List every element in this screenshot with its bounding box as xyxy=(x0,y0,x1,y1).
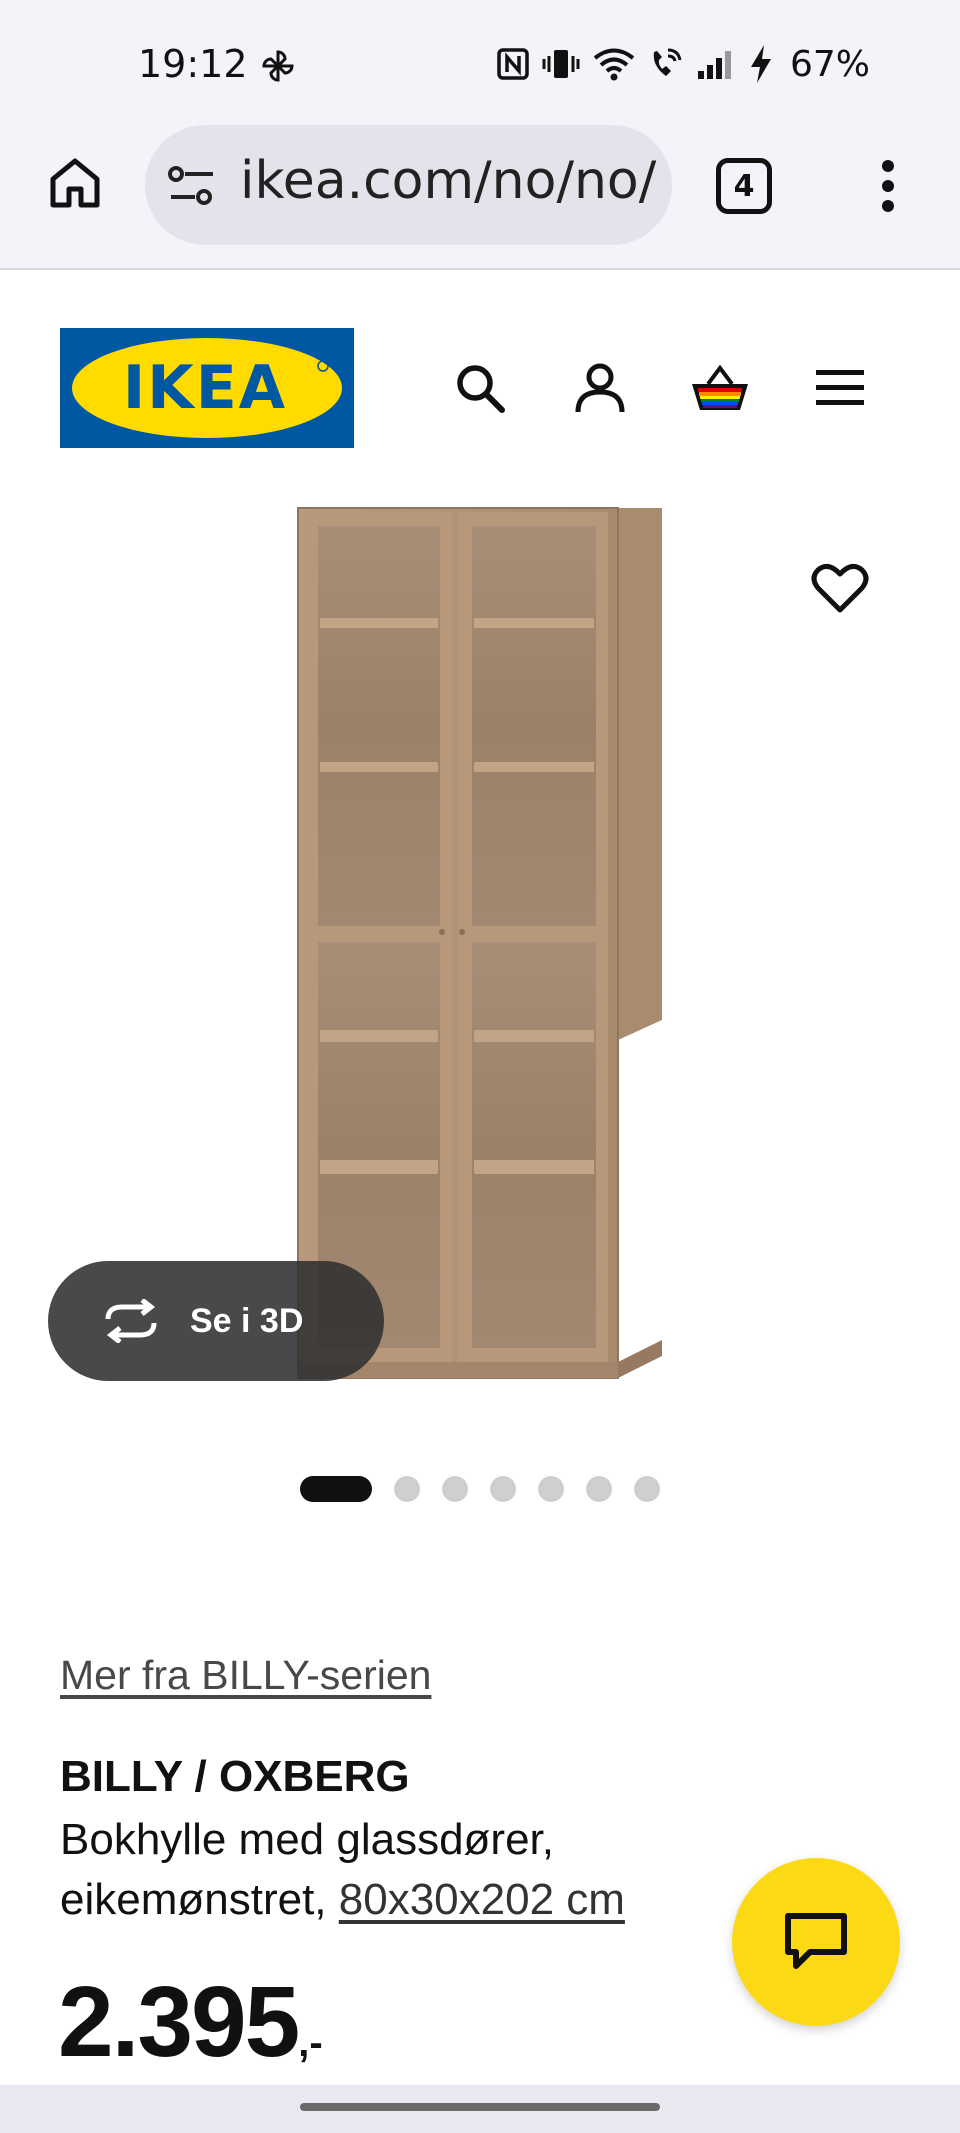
product-name: BILLY / OXBERG xyxy=(60,1752,410,1801)
see-3d-label: Se i 3D xyxy=(190,1301,304,1340)
pinwheel-icon xyxy=(262,50,294,82)
vibrate-icon xyxy=(542,50,580,78)
account-icon xyxy=(575,363,625,413)
system-nav-bar xyxy=(0,2085,960,2133)
ikea-logo[interactable]: IKEA xyxy=(60,328,354,448)
chat-button[interactable] xyxy=(732,1858,900,2026)
tab-switcher-button[interactable]: 4 xyxy=(716,158,772,214)
cart-button[interactable] xyxy=(688,356,752,420)
see-3d-button[interactable]: Se i 3D xyxy=(48,1261,384,1381)
wifi-icon xyxy=(593,48,635,81)
home-icon xyxy=(50,158,100,208)
more-vert-icon[interactable] xyxy=(868,156,908,216)
price-suffix: ,- xyxy=(298,2021,323,2065)
pager-dot[interactable] xyxy=(490,1476,516,1502)
address-bar[interactable]: ikea.com/no/no/p xyxy=(145,125,672,245)
search-icon xyxy=(457,365,505,413)
account-button[interactable] xyxy=(568,356,632,420)
cart-icon xyxy=(692,364,748,410)
url-text[interactable]: ikea.com/no/no/p xyxy=(240,151,660,211)
pager-dot[interactable] xyxy=(442,1476,468,1502)
charging-icon xyxy=(750,45,771,83)
ikea-logo-mark: IKEA xyxy=(60,328,354,448)
series-link[interactable]: Mer fra BILLY-serien xyxy=(60,1652,431,1699)
heart-icon xyxy=(811,563,869,613)
signal-icon xyxy=(697,51,731,79)
pager-dot[interactable] xyxy=(586,1476,612,1502)
search-button[interactable] xyxy=(448,356,512,420)
battery-percent: 67% xyxy=(789,43,870,85)
price-value: 2.395 xyxy=(58,1966,300,2078)
pager-dot[interactable] xyxy=(538,1476,564,1502)
home-button[interactable] xyxy=(40,148,110,218)
tune-icon[interactable] xyxy=(167,163,217,209)
ikea-logo-text: IKEA xyxy=(123,353,287,423)
product-description: Bokhylle med glassdører, eikemønstret, 8… xyxy=(60,1810,740,1930)
wifi-call-icon xyxy=(653,48,682,76)
pager-dot[interactable] xyxy=(394,1476,420,1502)
nfc-icon xyxy=(497,48,529,80)
browser-toolbar: ikea.com/no/no/p 4 xyxy=(0,120,960,270)
status-icons: 67% xyxy=(496,40,870,88)
hamburger-menu-icon xyxy=(816,370,864,405)
product-price: 2.395,- xyxy=(58,1972,323,2093)
product-dimensions-link[interactable]: 80x30x202 cm xyxy=(339,1875,625,1924)
gesture-handle[interactable] xyxy=(300,2103,660,2111)
status-time: 19:12 xyxy=(138,42,248,86)
pager-dot[interactable] xyxy=(300,1476,372,1502)
rotate-3d-icon xyxy=(105,1299,157,1343)
chat-icon xyxy=(785,1913,847,1969)
favorite-button[interactable] xyxy=(806,554,874,622)
pager-dot[interactable] xyxy=(634,1476,660,1502)
menu-button[interactable] xyxy=(808,356,872,420)
image-pager xyxy=(300,1476,660,1502)
status-bar: 19:12 67% xyxy=(0,0,960,120)
